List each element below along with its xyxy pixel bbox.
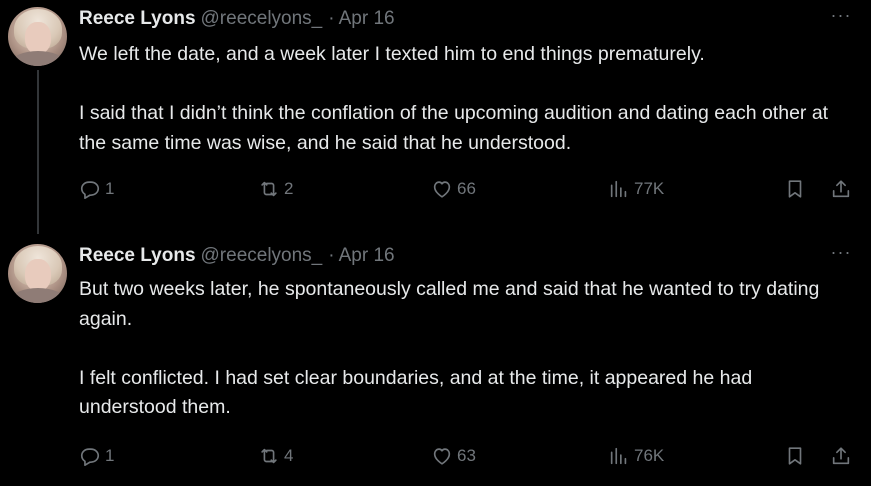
repost-button[interactable]: 2 <box>258 176 293 202</box>
reply-button[interactable]: 1 <box>79 176 114 202</box>
reply-count: 1 <box>105 446 115 465</box>
tweet-date[interactable]: Apr 16 <box>339 8 395 30</box>
reply-icon <box>80 448 100 466</box>
like-count: 66 <box>457 179 476 198</box>
views-icon <box>610 180 627 198</box>
avatar[interactable] <box>8 244 67 303</box>
view-count: 76K <box>634 446 665 465</box>
repost-icon <box>261 448 277 464</box>
tweet-actions: 1 4 63 76K <box>0 443 871 469</box>
bookmark-button[interactable] <box>784 176 806 202</box>
share-icon <box>832 180 850 198</box>
repost-count: 4 <box>284 446 294 465</box>
like-button[interactable]: 66 <box>431 176 476 202</box>
more-options-icon[interactable]: ··· <box>826 241 856 263</box>
thread-connector-line <box>37 70 39 234</box>
like-button[interactable]: 63 <box>431 443 476 469</box>
repost-button[interactable]: 4 <box>258 443 293 469</box>
repost-count: 2 <box>284 179 294 198</box>
views-button[interactable]: 76K <box>608 443 664 469</box>
author-name[interactable]: Reece Lyons <box>79 245 196 267</box>
heart-icon <box>433 448 451 465</box>
repost-icon <box>261 181 277 197</box>
view-count: 77K <box>634 179 665 198</box>
separator-dot: · <box>328 8 335 29</box>
bookmark-icon <box>788 447 802 465</box>
tweet-header: Reece Lyons @reecelyons_ · Apr 16 <box>79 245 395 267</box>
reply-count: 1 <box>105 179 115 198</box>
share-button[interactable] <box>830 443 852 469</box>
reply-button[interactable]: 1 <box>79 443 114 469</box>
share-button[interactable] <box>830 176 852 202</box>
share-icon <box>832 447 850 465</box>
author-name[interactable]: Reece Lyons <box>79 8 196 30</box>
author-handle[interactable]: @reecelyons_ <box>201 8 323 30</box>
tweet-date[interactable]: Apr 16 <box>339 245 395 267</box>
tweet-header: Reece Lyons @reecelyons_ · Apr 16 <box>79 8 395 30</box>
tweet-text: We left the date, and a week later I tex… <box>79 43 829 154</box>
bookmark-button[interactable] <box>784 443 806 469</box>
author-handle[interactable]: @reecelyons_ <box>201 245 323 267</box>
tweet-actions: 1 2 66 77K <box>0 176 871 202</box>
like-count: 63 <box>457 446 476 465</box>
reply-icon <box>80 181 100 199</box>
separator-dot: · <box>328 245 335 266</box>
views-icon <box>610 447 627 465</box>
more-options-icon[interactable]: ··· <box>826 4 856 26</box>
views-button[interactable]: 77K <box>608 176 664 202</box>
heart-icon <box>433 181 451 198</box>
bookmark-icon <box>788 180 802 198</box>
avatar[interactable] <box>8 7 67 66</box>
tweet-text: But two weeks later, he spontaneously ca… <box>79 278 820 418</box>
